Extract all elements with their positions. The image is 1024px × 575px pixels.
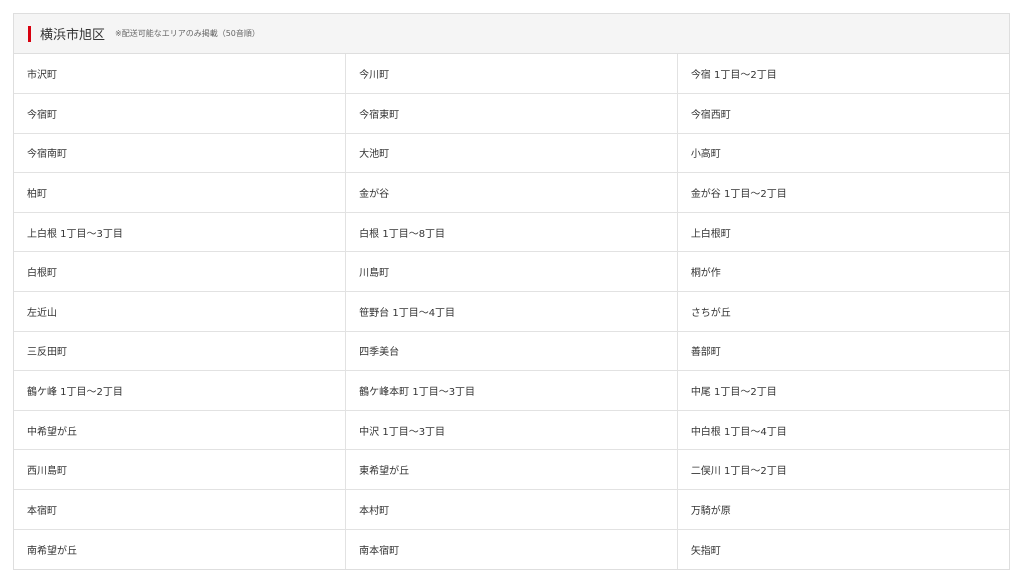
area-cell: さちが丘: [677, 291, 1009, 332]
area-cell: 今宿 1丁目～2丁目: [677, 54, 1009, 95]
area-cell: 本宿町: [14, 489, 347, 530]
area-cell: 今川町: [345, 54, 678, 95]
table-row: 白根町 川島町 桐が作: [14, 251, 1009, 293]
area-cell: 西川島町: [14, 449, 347, 491]
area-cell: 大池町: [345, 133, 678, 174]
area-cell: 金が谷: [345, 172, 678, 213]
area-cell: 三反田町: [14, 331, 347, 372]
area-table: 市沢町 今川町 今宿 1丁目～2丁目 今宿町 今宿東町 今宿西町 今宿南町 大池町 小高町 柏町金…: [14, 54, 1009, 569]
area-header: 横浜市旭区 ※配送可能なエリアのみ掲載（50音順）: [14, 14, 1009, 54]
area-table-body: 市沢町 今川町 今宿 1丁目～2丁目 今宿町 今宿東町 今宿西町 今宿南町 大池町 小高町 柏町金…: [14, 54, 1009, 569]
area-cell: 中希望が丘: [14, 410, 347, 451]
table-row: 中希望が丘 中沢 1丁目～3丁目 中白根 1丁目～4丁目: [14, 410, 1009, 451]
area-cell: 南本宿町: [345, 529, 678, 569]
table-row: 三反田町 四季美台 善部町: [14, 331, 1009, 372]
table-row: 左近山 笹野台 1丁目～4丁目 さちが丘: [14, 291, 1009, 332]
table-row: 柏町 金が谷 金が谷 1丁目～2丁目: [14, 172, 1009, 213]
area-panel: 横浜市旭区 ※配送可能なエリアのみ掲載（50音順） 市沢町 今川町 今宿 1丁目～2…: [13, 13, 1010, 570]
table-row: 市沢町 今川町 今宿 1丁目～2丁目: [14, 54, 1009, 95]
area-cell: 上白根町: [677, 212, 1009, 253]
table-row: 上白根 1丁目～3丁目 白根 1丁目～8丁目 上白根町: [14, 212, 1009, 253]
area-cell: 川島町: [345, 251, 678, 293]
area-cell: 上白根 1丁目～3丁目: [14, 212, 347, 253]
area-cell: 左近山: [14, 291, 347, 332]
table-row: 今宿町 今宿東町 今宿西町: [14, 93, 1009, 134]
table-row: 鶴ケ峰 1丁目～2丁目 鶴ケ峰本町 1丁目～3丁目 中尾 1丁目～2丁目: [14, 370, 1009, 411]
area-cell: 中沢 1丁目～3丁目: [345, 410, 678, 451]
area-cell: 鶴ケ峰本町 1丁目～3丁目: [345, 370, 678, 411]
area-cell: 四季美台: [345, 331, 678, 372]
area-cell: 東希望が丘: [345, 449, 678, 491]
area-cell: 白根町: [14, 251, 347, 293]
area-cell: 今宿東町: [345, 93, 678, 134]
area-cell: 柏町: [14, 172, 347, 213]
area-cell: 小高町: [677, 133, 1009, 174]
area-cell: 南希望が丘: [14, 529, 347, 569]
area-cell: 桐が作: [677, 251, 1009, 293]
area-title: 横浜市旭区: [40, 28, 106, 43]
area-cell: 金が谷 1丁目～2丁目: [677, 172, 1009, 213]
table-row: 南希望が丘 南本宿町 矢指町: [14, 529, 1009, 569]
area-cell: 笹野台 1丁目～4丁目: [345, 291, 678, 332]
area-cell: 今宿南町: [14, 133, 347, 174]
table-row: 西川島町 東希望が丘 二俣川 1丁目～2丁目: [14, 449, 1009, 491]
area-cell: 万騎が原: [677, 489, 1009, 530]
area-cell: 中白根 1丁目～4丁目: [677, 410, 1009, 451]
area-cell: 善部町: [677, 331, 1009, 372]
area-cell: 市沢町: [14, 54, 347, 95]
area-cell: 今宿町: [14, 93, 347, 134]
accent-bar: [28, 25, 31, 42]
area-cell: 今宿西町: [677, 93, 1009, 134]
area-cell: 矢指町: [690, 545, 721, 557]
table-row: 本宿町 本村町 万騎が原: [14, 489, 1009, 530]
area-cell: 白根 1丁目～8丁目: [345, 212, 678, 253]
area-cell: 鶴ケ峰 1丁目～2丁目: [14, 370, 347, 411]
area-note: ※配送可能なエリアのみ掲載（50音順）: [115, 29, 260, 38]
area-cell: 中尾 1丁目～2丁目: [677, 370, 1009, 411]
area-cell: 二俣川 1丁目～2丁目: [677, 449, 1009, 491]
area-cell: 本村町: [345, 489, 678, 530]
table-row: 今宿南町 大池町 小高町: [14, 133, 1009, 174]
